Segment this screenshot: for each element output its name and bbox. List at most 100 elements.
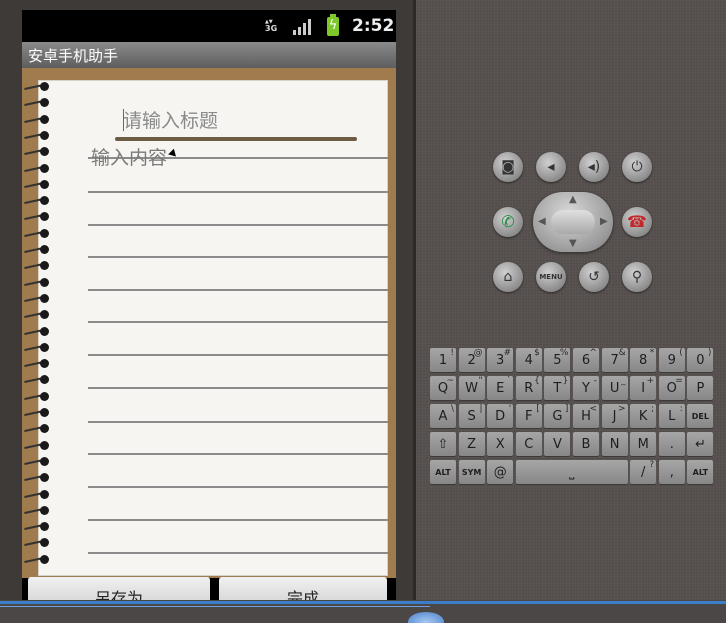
key-alt-label: (: [679, 348, 683, 358]
key-alt[interactable]: ALT: [687, 460, 714, 484]
note-title-input[interactable]: [123, 107, 353, 135]
search-key-icon[interactable]: ⚲: [622, 262, 652, 292]
delete-key[interactable]: DEL: [687, 404, 714, 428]
key-label: T: [553, 381, 562, 396]
key-alt-label: >: [618, 404, 626, 414]
dpad[interactable]: ▲ ▼ ◀ ▶: [533, 192, 613, 252]
key-z[interactable]: Z: [458, 432, 485, 456]
call-key-icon[interactable]: ✆: [493, 207, 523, 237]
spiral-ring: [24, 98, 50, 108]
key-label: ALT: [435, 468, 451, 477]
spiral-binding: [22, 82, 52, 564]
key-label: 7: [610, 353, 619, 368]
space-key[interactable]: ⎵: [515, 460, 628, 484]
key-f[interactable]: F[: [515, 404, 542, 428]
key-alt-label: \: [450, 404, 454, 414]
key-label: W: [465, 381, 479, 396]
key-alt-label: !: [450, 348, 454, 358]
spiral-ring: [24, 228, 50, 239]
key-c[interactable]: C: [515, 432, 542, 456]
network-type-indicator: ▲▼ 3G: [265, 19, 278, 33]
key-label: C: [524, 437, 534, 452]
key-label: G: [552, 409, 563, 424]
key-label: S: [467, 409, 476, 424]
key-s[interactable]: S |: [458, 404, 485, 428]
key-sym[interactable]: ,: [658, 460, 685, 484]
key-label: SYM: [461, 468, 482, 477]
spiral-ring: [24, 212, 50, 222]
menu-key[interactable]: MENU: [536, 262, 566, 292]
spiral-ring: [24, 163, 50, 174]
dpad-center-button[interactable]: [551, 210, 595, 234]
phone-screen: ▲▼3G ϟ 2:52 安卓手机助手 另存为 完成: [22, 10, 396, 610]
title-underline: [115, 137, 357, 141]
spiral-ring: [24, 391, 50, 402]
key-alt[interactable]: ALT: [430, 460, 456, 484]
end-call-key-icon[interactable]: ☎: [622, 207, 652, 237]
enter-key-icon[interactable]: ↵: [687, 432, 714, 456]
key-label: 1: [438, 353, 448, 368]
spiral-ring: [24, 82, 50, 92]
key-sym[interactable]: @: [487, 460, 514, 484]
key-alt-label: $: [534, 348, 540, 358]
key-alt-label: &: [618, 348, 626, 358]
key-k[interactable]: K;: [630, 404, 657, 428]
key-label: J: [612, 409, 617, 424]
key-h[interactable]: H <: [573, 404, 599, 428]
dpad-left-icon[interactable]: ◀: [538, 217, 546, 227]
key-label: L: [668, 409, 676, 424]
spiral-ring: [24, 245, 50, 255]
camera-key-icon[interactable]: ◙: [493, 152, 523, 182]
key-v[interactable]: V: [544, 432, 571, 456]
key-label: .: [669, 437, 674, 452]
dpad-up-icon[interactable]: ▲: [569, 195, 577, 205]
key-0[interactable]: 0): [687, 348, 714, 372]
dpad-down-icon[interactable]: ▼: [569, 239, 577, 249]
spiral-ring: [24, 489, 50, 500]
key-label: K: [638, 409, 648, 424]
key-b[interactable]: B: [573, 432, 599, 456]
key-x[interactable]: X: [487, 432, 514, 456]
key-label: DEL: [691, 412, 709, 421]
key-alt-label: %: [559, 348, 569, 358]
key-l[interactable]: L:: [658, 404, 685, 428]
taskbar-highlight-line: [0, 606, 430, 607]
home-key-icon[interactable]: ⌂: [493, 262, 523, 292]
dpad-right-icon[interactable]: ▶: [600, 217, 608, 227]
key-label: N: [609, 437, 620, 452]
app-title: 安卓手机助手: [28, 47, 119, 65]
key-label: I: [641, 381, 646, 396]
back-key-icon[interactable]: ↺: [579, 262, 609, 292]
key-d[interactable]: D ': [487, 404, 514, 428]
key-alt-label: ~: [446, 376, 454, 386]
key-label: U: [609, 381, 620, 396]
clock: 2:52: [352, 16, 395, 36]
key-j[interactable]: J >: [601, 404, 628, 428]
taskbar-highlight: [0, 601, 726, 604]
shift-key-icon[interactable]: ⇧: [430, 432, 456, 456]
emulator-control-panel: [416, 0, 726, 600]
key-sym[interactable]: .: [658, 432, 685, 456]
power-key-icon[interactable]: ⏻: [622, 152, 652, 182]
key-g[interactable]: G]: [544, 404, 571, 428]
key-label: Z: [467, 437, 477, 452]
spiral-ring: [24, 522, 50, 532]
key-alt-label: ^: [589, 348, 597, 358]
volume-down-key-icon[interactable]: ◂: [536, 152, 566, 182]
key-label: ,: [669, 465, 674, 480]
key-sym[interactable]: SYM: [458, 460, 485, 484]
spiral-ring: [24, 342, 50, 353]
volume-up-key-icon[interactable]: ◂): [579, 152, 609, 182]
key-a[interactable]: A \: [430, 404, 456, 428]
key-label: 4: [524, 353, 533, 368]
note-content-input[interactable]: [91, 143, 391, 573]
spiral-ring: [24, 359, 50, 369]
key-label: /: [640, 465, 646, 480]
key-p[interactable]: P: [687, 376, 714, 400]
key-label: A: [438, 409, 448, 424]
key-alt-label: #: [503, 348, 512, 358]
spiral-ring: [24, 456, 50, 467]
key-label: 8: [639, 353, 648, 368]
key-n[interactable]: N: [601, 432, 628, 456]
key-sym[interactable]: /?: [630, 460, 657, 484]
